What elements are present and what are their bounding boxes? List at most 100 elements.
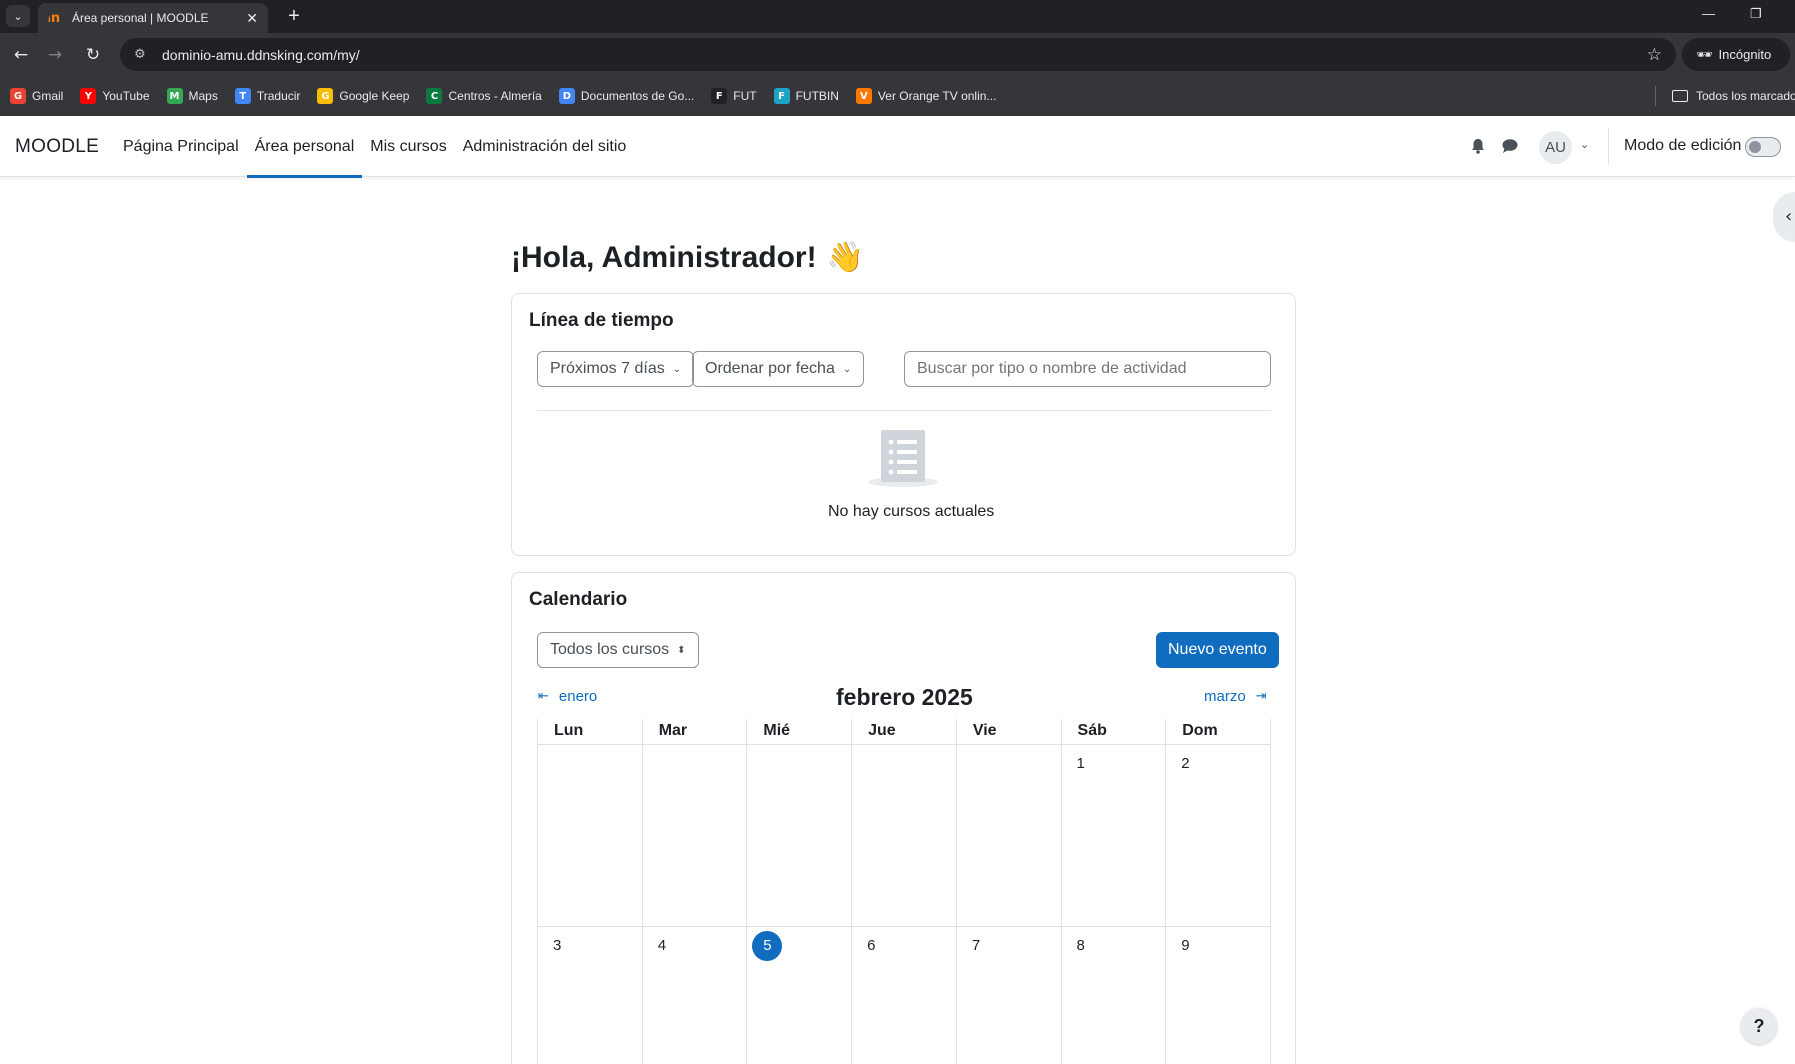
- url-text[interactable]: dominio-amu.ddnsking.com/my/: [162, 47, 1647, 63]
- all-bookmarks-label: Todos los marcado: [1696, 89, 1795, 103]
- weekday-header: Lun: [537, 719, 643, 745]
- calendar-day-cell[interactable]: 6: [851, 925, 957, 1064]
- tab-search-chevron-icon[interactable]: ⌄: [6, 5, 30, 27]
- day-number[interactable]: 8: [1077, 937, 1085, 954]
- site-info-icon[interactable]: ⚙: [134, 47, 154, 62]
- moodle-navbar: MOODLE Página Principal Área personal Mis …: [0, 116, 1795, 178]
- calendar-day-cell[interactable]: 7: [955, 925, 1062, 1064]
- bookmark-star-icon[interactable]: ☆: [1647, 45, 1662, 65]
- calendar-day-cell: [851, 743, 957, 927]
- timeline-block: Línea de tiempo Próximos 7 días ⌄ Ordena…: [511, 293, 1296, 556]
- waving-hand-icon: 👋: [826, 240, 864, 275]
- help-button[interactable]: ?: [1741, 1008, 1777, 1044]
- weekday-header: Mar: [641, 719, 748, 745]
- fut-icon: F: [711, 88, 728, 104]
- bookmark-label: Traducir: [256, 89, 301, 103]
- course-filter-select[interactable]: Todos los cursos ⬍: [537, 632, 699, 668]
- bookmarks-bar: G Gmail Y YouTube M Maps T Traducir G Google Keep…: [0, 76, 1795, 116]
- bookmark-item[interactable]: Y YouTube: [80, 88, 150, 104]
- timeline-divider: [537, 410, 1271, 411]
- next-month-label: marzo: [1204, 688, 1246, 705]
- all-bookmarks-button[interactable]: Todos los marcado: [1672, 76, 1795, 116]
- greeting-text: ¡Hola, Administrador!: [511, 240, 817, 274]
- day-number[interactable]: 3: [553, 937, 561, 954]
- user-avatar[interactable]: AU: [1539, 131, 1572, 164]
- bookmark-item[interactable]: F FUTBIN: [773, 88, 839, 104]
- address-bar[interactable]: ⚙ dominio-amu.ddnsking.com/my/ ☆: [120, 38, 1676, 71]
- day-number[interactable]: 2: [1181, 755, 1189, 772]
- calendar-day-cell[interactable]: 1: [1060, 743, 1167, 927]
- calendar-day-cell[interactable]: 4: [641, 925, 748, 1064]
- user-menu-chevron-down-icon[interactable]: ⌄: [1580, 138, 1589, 151]
- bookmark-item[interactable]: D Documentos de Go...: [558, 88, 695, 104]
- new-event-button[interactable]: Nuevo evento: [1156, 632, 1279, 668]
- bookmark-item[interactable]: C Centros - Almería: [426, 88, 542, 104]
- site-brand[interactable]: MOODLE: [15, 136, 99, 158]
- incognito-label: Incógnito: [1718, 47, 1772, 62]
- day-number[interactable]: 6: [867, 937, 875, 954]
- nav-item[interactable]: Mis cursos: [362, 116, 454, 177]
- timeline-title: Línea de tiempo: [529, 310, 674, 331]
- back-arrow-icon[interactable]: ←: [9, 43, 33, 67]
- day-number[interactable]: 4: [658, 937, 666, 954]
- bookmark-label: Gmail: [32, 89, 64, 103]
- timeline-sort-dropdown[interactable]: Ordenar por fecha ⌄: [692, 351, 865, 387]
- bookmark-item[interactable]: T Traducir: [234, 88, 301, 104]
- next-month-link[interactable]: marzo ⇥: [1204, 688, 1267, 705]
- reload-icon[interactable]: ↻: [81, 43, 105, 67]
- days-filter-label: Próximos 7 días: [550, 360, 665, 377]
- previous-month-link[interactable]: ⇤ enero: [538, 688, 597, 705]
- messages-chat-icon[interactable]: [1500, 136, 1520, 156]
- bookmark-item[interactable]: F FUT: [711, 88, 757, 104]
- bookmark-item[interactable]: M Maps: [166, 88, 218, 104]
- calendar-day-cell[interactable]: 8: [1060, 925, 1167, 1064]
- page-title: ¡Hola, Administrador! 👋: [511, 240, 864, 275]
- day-number[interactable]: 1: [1077, 755, 1085, 772]
- previous-month-label: enero: [558, 688, 598, 705]
- calendar-day-cell[interactable]: 5: [746, 925, 853, 1064]
- moodle-favicon-icon: ᵢn: [48, 10, 61, 26]
- restore-icon[interactable]: ❐: [1750, 6, 1762, 22]
- folder-icon: [1672, 90, 1688, 102]
- calendar-day-cell[interactable]: 9: [1165, 925, 1271, 1064]
- bookmark-label: Ver Orange TV onlin...: [877, 89, 997, 103]
- bookmark-label: Centros - Almería: [448, 89, 542, 103]
- browser-tabbar: ⌄ ᵢn Área personal | MOODLE ✕ + — ❐: [0, 0, 1795, 33]
- calendar-day-cell[interactable]: 2: [1165, 743, 1271, 927]
- timeline-days-filter-dropdown[interactable]: Próximos 7 días ⌄: [537, 351, 695, 387]
- browser-tab-active[interactable]: ᵢn Área personal | MOODLE ✕: [38, 3, 268, 33]
- bookmark-item[interactable]: V Ver Orange TV onlin...: [855, 88, 997, 104]
- day-number[interactable]: 7: [972, 937, 980, 954]
- bookmark-label: FUT: [733, 89, 757, 103]
- browser-toolbar: ← → ↻ ⚙ dominio-amu.ddnsking.com/my/ ☆ 🕶…: [0, 33, 1795, 76]
- timeline-search-input[interactable]: [904, 351, 1271, 387]
- nav-item[interactable]: Página Principal: [115, 116, 247, 177]
- notifications-bell-icon[interactable]: [1468, 136, 1488, 156]
- edit-mode-toggle[interactable]: [1745, 137, 1781, 157]
- keep-icon: G: [317, 88, 334, 104]
- edit-mode-label: Modo de edición: [1624, 137, 1742, 154]
- new-tab-button[interactable]: +: [282, 4, 306, 28]
- minimize-icon[interactable]: —: [1702, 6, 1715, 21]
- day-number[interactable]: 9: [1181, 937, 1189, 954]
- empty-courses-list-icon: [868, 430, 938, 487]
- block-drawer-chevron-left-icon[interactable]: ‹: [1773, 192, 1795, 242]
- calendar-day-cell[interactable]: 3: [537, 925, 643, 1064]
- orange-icon: V: [855, 88, 872, 104]
- tab-close-icon[interactable]: ✕: [246, 10, 258, 27]
- nav-item[interactable]: Administración del sitio: [455, 116, 635, 177]
- futbin-icon: F: [773, 88, 790, 104]
- chevron-down-icon: ⌄: [842, 363, 852, 375]
- calendar-day-cell: [955, 743, 1062, 927]
- bookmark-item[interactable]: G Google Keep: [317, 88, 409, 104]
- navbar-divider: [1608, 128, 1609, 165]
- weekday-header: Sáb: [1060, 719, 1167, 745]
- incognito-indicator[interactable]: 🕶 Incógnito: [1682, 38, 1790, 71]
- nav-item[interactable]: Área personal: [246, 116, 363, 178]
- calendar-week-row: 3 4 5 6 7 8 9: [537, 925, 1271, 1064]
- today-day-number[interactable]: 5: [752, 930, 783, 961]
- forward-arrow-icon[interactable]: →: [43, 43, 67, 67]
- bookmark-item[interactable]: G Gmail: [10, 88, 63, 104]
- bookmark-label: Documentos de Go...: [580, 89, 695, 103]
- chevron-down-icon: ⌄: [672, 363, 682, 375]
